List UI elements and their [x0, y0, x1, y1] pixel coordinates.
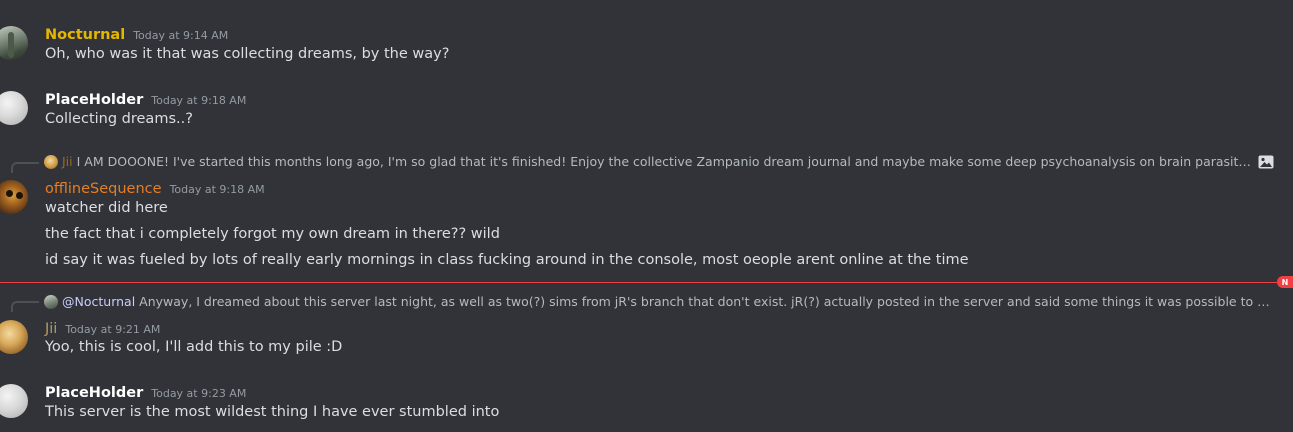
timestamp: Today at 9:18 AM	[169, 183, 265, 196]
message-text: Yoo, this is cool, I'll add this to my p…	[45, 339, 343, 355]
message-header: PlaceHolder Today at 9:23 AM	[45, 382, 246, 401]
jii-avatar[interactable]	[0, 320, 28, 354]
username[interactable]: PlaceHolder	[45, 385, 143, 401]
message-header: offlineSequence Today at 9:18 AM	[45, 178, 265, 197]
reply-author[interactable]: Jii	[62, 154, 73, 169]
username[interactable]: offlineSequence	[45, 181, 162, 197]
message-text: This server is the most wildest thing I …	[45, 404, 500, 420]
placeholder-avatar[interactable]	[0, 91, 28, 125]
placeholder-avatar[interactable]	[0, 384, 28, 418]
reply-preview[interactable]: Jii I AM DOOONE! I've started this month…	[44, 154, 1274, 169]
offlinesequence-avatar[interactable]	[0, 180, 28, 214]
new-messages-divider	[0, 282, 1279, 283]
message-text: id say it was fueled by lots of really e…	[45, 252, 969, 268]
message-text: Oh, who was it that was collecting dream…	[45, 46, 450, 62]
message-header: PlaceHolder Today at 9:18 AM	[45, 89, 246, 108]
timestamp: Today at 9:23 AM	[151, 387, 247, 400]
timestamp: Today at 9:21 AM	[65, 323, 161, 336]
reply-text: I AM DOOONE! I've started this months lo…	[76, 154, 1251, 169]
message-text: watcher did here	[45, 200, 168, 216]
username[interactable]: Nocturnal	[45, 27, 125, 43]
nocturnal-avatar[interactable]	[0, 26, 28, 60]
message-text: the fact that i completely forgot my own…	[45, 226, 500, 242]
username[interactable]: PlaceHolder	[45, 92, 143, 108]
timestamp: Today at 9:14 AM	[133, 29, 229, 42]
reply-avatar	[44, 294, 58, 309]
reply-connector	[11, 162, 39, 173]
reply-connector	[11, 301, 39, 312]
message-header: Jii Today at 9:21 AM	[45, 318, 160, 337]
new-messages-badge: N	[1277, 276, 1293, 288]
message-header: Nocturnal Today at 9:14 AM	[45, 24, 228, 43]
timestamp: Today at 9:18 AM	[151, 94, 247, 107]
reply-avatar	[44, 154, 58, 169]
reply-author[interactable]: @Nocturnal	[62, 294, 135, 309]
reply-preview[interactable]: @Nocturnal Anyway, I dreamed about this …	[44, 294, 1274, 309]
reply-text: Anyway, I dreamed about this server last…	[139, 294, 1274, 309]
username[interactable]: Jii	[45, 321, 57, 337]
message-text: Collecting dreams..?	[45, 111, 193, 127]
image-icon	[1258, 155, 1274, 168]
